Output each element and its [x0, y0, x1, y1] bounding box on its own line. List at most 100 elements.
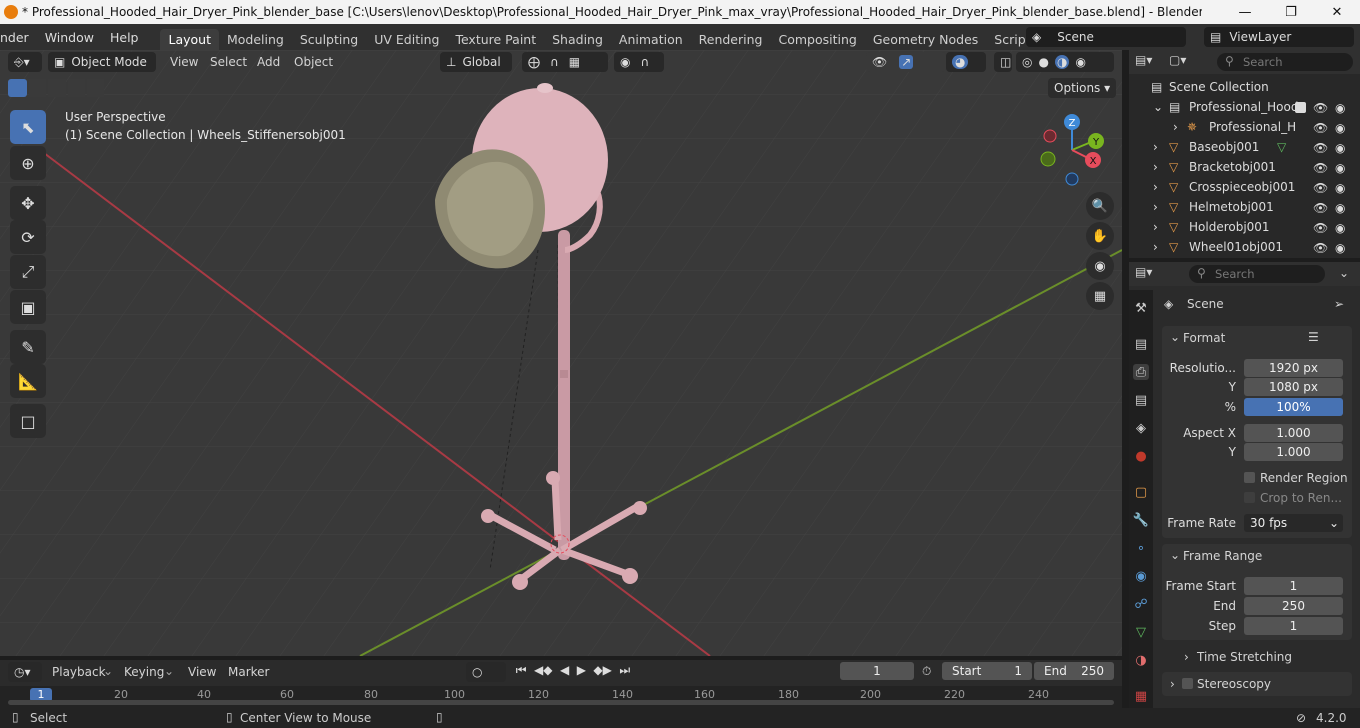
display-mode-icon[interactable]: ▢▾ — [1169, 53, 1186, 67]
menu-playback[interactable]: Playback — [52, 665, 106, 679]
jump-start-icon[interactable]: ⏮ — [516, 663, 527, 681]
end-frame-field[interactable]: End 250 — [1034, 662, 1114, 680]
tab-compositing[interactable]: Compositing — [770, 29, 864, 50]
chevron-right-icon[interactable]: › — [1153, 140, 1158, 154]
menu-keying[interactable]: Keying — [124, 665, 164, 679]
pan-button[interactable]: ✋ — [1086, 222, 1114, 250]
chevron-right-icon[interactable]: › — [1153, 220, 1158, 234]
camera-icon[interactable]: ◉ — [1335, 118, 1345, 138]
select-intersect-icon[interactable] — [86, 79, 104, 97]
prev-keyframe-icon[interactable]: ◀◆ — [534, 663, 552, 681]
camera-icon[interactable]: ◉ — [1335, 198, 1345, 218]
material-tab-icon[interactable]: ◑ — [1133, 652, 1149, 668]
chevron-down-icon[interactable]: ⌄ — [1170, 330, 1180, 344]
snapping-controls[interactable]: ⨁ ∩ ▦ — [522, 52, 608, 72]
timeline-editor-type[interactable]: ◷▾ — [8, 662, 42, 682]
tab-geometry-nodes[interactable]: Geometry Nodes — [865, 29, 986, 50]
stereoscopy-panel-title[interactable]: Stereoscopy — [1197, 677, 1271, 691]
aspect-y-field[interactable]: 1.000 — [1244, 443, 1343, 461]
options-dropdown[interactable]: Options ▾ — [1048, 78, 1116, 98]
aspect-x-field[interactable]: 1.000 — [1244, 424, 1343, 442]
annotate-tool[interactable]: ✎ — [10, 330, 46, 364]
world-tab-icon[interactable]: ● — [1133, 448, 1149, 464]
select-extend-icon[interactable] — [29, 79, 47, 97]
editor-type-button[interactable]: ⎆▾ — [8, 52, 42, 72]
frame-ruler[interactable]: 1 20 40 60 80 100 120 140 160 180 200 22… — [0, 686, 1122, 708]
camera-icon[interactable]: ◉ — [1335, 158, 1345, 178]
camera-icon[interactable]: ◉ — [1335, 238, 1345, 258]
rotate-tool[interactable]: ⟳ — [10, 220, 46, 254]
add-cube-tool[interactable]: □ — [10, 404, 46, 438]
render-tab-icon[interactable]: ▤ — [1133, 336, 1149, 352]
frame-range-panel-title[interactable]: Frame Range — [1183, 549, 1262, 563]
menu-view[interactable]: View — [170, 55, 198, 69]
tab-uv-editing[interactable]: UV Editing — [366, 29, 447, 50]
current-frame-field[interactable]: 1 — [840, 662, 914, 680]
eye-icon[interactable]: 👁 — [1313, 158, 1328, 178]
menu-timeline-view[interactable]: View — [188, 665, 216, 679]
chevron-down-icon[interactable]: ⌄ — [1339, 266, 1349, 280]
chevron-right-icon[interactable]: › — [1153, 180, 1158, 194]
format-panel-title[interactable]: Format — [1183, 331, 1225, 345]
eye-icon[interactable]: 👁 — [1313, 118, 1328, 138]
tab-shading[interactable]: Shading — [544, 29, 611, 50]
tab-animation[interactable]: Animation — [611, 29, 691, 50]
shading-modes[interactable]: ◎ ● ◑ ◉ — [1016, 52, 1114, 72]
cursor-tool[interactable]: ⊕ — [10, 146, 46, 180]
view-layer-selector[interactable]: ▤ ViewLayer — [1204, 27, 1354, 47]
outliner-search-input[interactable]: Search — [1217, 53, 1353, 71]
presets-icon[interactable]: ☰ — [1308, 330, 1319, 344]
exclude-checkbox[interactable] — [1295, 101, 1306, 113]
outliner-editor-icon[interactable]: ▤▾ — [1135, 53, 1152, 67]
zoom-button[interactable]: 🔍 — [1086, 192, 1114, 220]
output-tab-icon[interactable]: ⎙ — [1133, 364, 1149, 380]
scene-selector[interactable]: ◈ Scene — [1026, 27, 1186, 47]
select-subtract-icon[interactable] — [48, 79, 66, 97]
next-keyframe-icon[interactable]: ◆▶ — [593, 663, 611, 681]
timeline-scrollbar[interactable] — [8, 700, 1114, 705]
camera-icon[interactable]: ◉ — [1335, 98, 1345, 118]
visibility-gizmo-controls[interactable]: 👁 ↗ — [866, 52, 946, 72]
chevron-down-icon[interactable]: ⌄ — [1170, 548, 1180, 562]
menu-marker[interactable]: Marker — [228, 665, 269, 679]
properties-search-input[interactable]: Search — [1189, 265, 1325, 283]
camera-view-button[interactable]: ◉ — [1086, 252, 1114, 280]
close-button[interactable]: ✕ — [1314, 0, 1360, 24]
start-frame-field[interactable]: Start 1 — [942, 662, 1032, 680]
transform-tool[interactable]: ▣ — [10, 290, 46, 324]
scale-tool[interactable]: ⤢ — [10, 255, 46, 289]
chevron-right-icon[interactable]: › — [1153, 240, 1158, 254]
menu-select[interactable]: Select — [210, 55, 247, 69]
xray-toggle[interactable]: ◫ — [994, 52, 1012, 72]
ortho-toggle-button[interactable]: ▦ — [1086, 282, 1114, 310]
eye-icon[interactable]: 👁 — [1313, 178, 1328, 198]
transform-orientation[interactable]: ⊥ Global — [440, 52, 512, 72]
menu-window[interactable]: Window — [37, 30, 102, 45]
3d-viewport[interactable]: ⎆▾ ▣ Object Mode View Select Add Object … — [0, 50, 1122, 656]
frame-end-field[interactable]: 250 — [1244, 597, 1343, 615]
play-reverse-icon[interactable]: ◀ — [560, 663, 569, 681]
chevron-down-icon[interactable]: ⌄ — [1153, 100, 1163, 114]
measure-tool[interactable]: 📐 — [10, 364, 46, 398]
particles-tab-icon[interactable]: ∘ — [1133, 540, 1149, 556]
select-new-icon[interactable] — [8, 79, 28, 97]
data-tab-icon[interactable]: ▽ — [1133, 624, 1149, 640]
menu-object[interactable]: Object — [294, 55, 333, 69]
tab-rendering[interactable]: Rendering — [691, 29, 771, 50]
scene-collection-row[interactable]: ▤ Scene Collection — [1129, 77, 1360, 97]
eye-icon[interactable]: 👁 — [1313, 98, 1328, 118]
modifier-tab-icon[interactable]: 🔧 — [1133, 512, 1149, 528]
move-tool[interactable]: ✥ — [10, 186, 46, 220]
resolution-x-field[interactable]: 1920 px — [1244, 359, 1343, 377]
navigation-gizmo[interactable]: Z Y X — [1034, 112, 1114, 192]
camera-icon[interactable]: ◉ — [1335, 138, 1345, 158]
eye-icon[interactable]: 👁 — [1313, 138, 1328, 158]
constraints-tab-icon[interactable]: ☍ — [1133, 596, 1149, 612]
render-region-checkbox[interactable] — [1244, 472, 1255, 483]
overlays-toggle[interactable]: ◕ — [946, 52, 986, 72]
mode-selector[interactable]: ▣ Object Mode — [48, 52, 156, 72]
tool-tab-icon[interactable]: ⚒ — [1133, 300, 1149, 316]
chevron-right-icon[interactable]: › — [1153, 200, 1158, 214]
tab-sculpting[interactable]: Sculpting — [292, 29, 366, 50]
frame-start-field[interactable]: 1 — [1244, 577, 1343, 595]
